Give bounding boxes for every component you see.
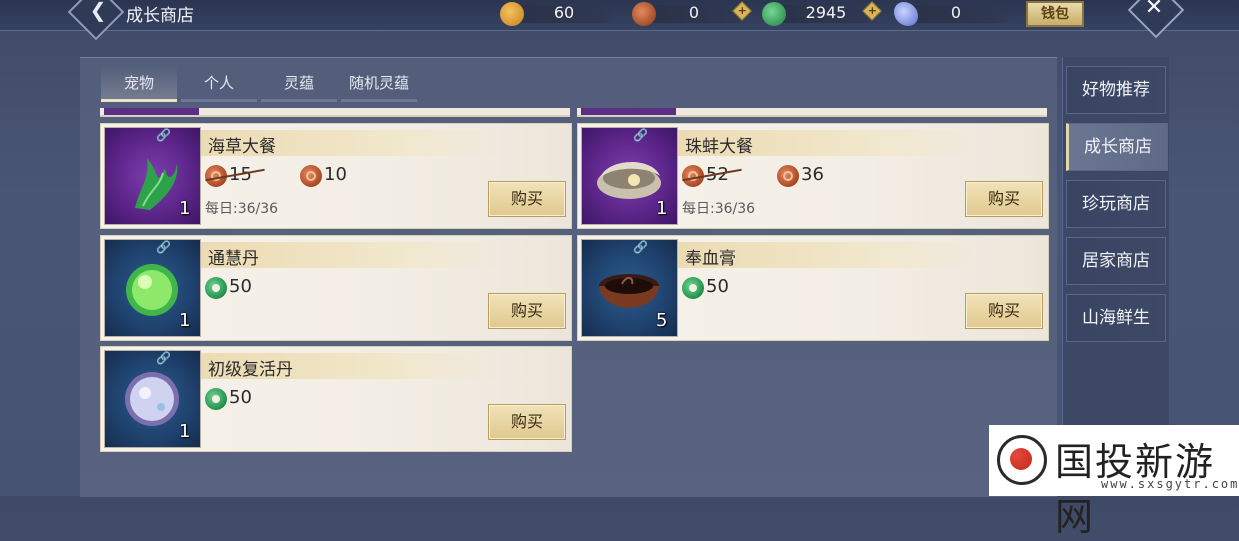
wallet-button[interactable]: 钱包 (1026, 1, 1084, 27)
side-menu-recommend[interactable]: 好物推荐 (1066, 66, 1166, 114)
original-price: 52 (682, 164, 752, 188)
tab-label: 灵蕴 (283, 74, 314, 92)
list-item-partial (577, 108, 1047, 117)
list-item-partial (100, 108, 570, 117)
item-name: 奉血膏 (685, 249, 736, 269)
jade-icon (762, 2, 786, 26)
item-name: 珠蚌大餐 (685, 137, 753, 157)
close-icon[interactable]: ✕ (1143, 0, 1165, 19)
item-name: 通慧丹 (208, 249, 259, 269)
shop-item-card[interactable]: 🔗 1 初级复活丹 50 购买 (100, 346, 572, 452)
buy-button[interactable]: 购买 (965, 181, 1043, 217)
gold-bag-icon (500, 2, 524, 26)
item-name: 初级复活丹 (208, 360, 293, 380)
currency-value: 0 (950, 3, 962, 22)
page-title: 成长商店 (126, 6, 194, 26)
item-count: 1 (179, 198, 191, 219)
tab-pet[interactable]: 宠物 (101, 66, 177, 102)
price: 50 (205, 276, 275, 300)
sale-price: 10 (300, 164, 370, 188)
tab-underline (341, 99, 417, 102)
chevron-left-icon[interactable]: ❮ (87, 0, 109, 21)
link-icon: 🔗 (633, 128, 648, 142)
tab-underline (101, 99, 177, 102)
tab-random-lingyun[interactable]: 随机灵蕴 (341, 66, 417, 102)
price-amount: 10 (324, 164, 347, 185)
tab-lingyun[interactable]: 灵蕴 (261, 66, 337, 102)
daily-limit: 每日:36/36 (682, 201, 756, 217)
tab-label: 随机灵蕴 (348, 74, 409, 92)
jade-icon (682, 277, 704, 299)
top-bar: ❮ 成长商店 60 0 + 2945 + 0 钱包 ✕ (0, 0, 1239, 41)
jade-icon (205, 388, 227, 410)
plus-icon: + (737, 4, 747, 18)
buy-button[interactable]: 购买 (488, 404, 566, 440)
item-count: 1 (656, 198, 668, 219)
tab-label: 个人 (203, 74, 234, 92)
watermark-url: www.sxsgytr.com (1101, 477, 1239, 491)
price-amount: 50 (706, 276, 729, 297)
ladybug-logo-icon (997, 435, 1047, 485)
shop-item-card[interactable]: 🔗 1 海草大餐 15 10 每日:36/36 购买 (100, 123, 572, 229)
side-menu-home-shop[interactable]: 居家商店 (1066, 237, 1166, 285)
currency-value: 60 (553, 3, 575, 22)
price-amount: 50 (229, 387, 252, 408)
link-icon: 🔗 (633, 240, 648, 254)
buy-button[interactable]: 购买 (488, 293, 566, 329)
tab-underline (181, 99, 257, 102)
side-menu-growth-shop[interactable]: 成长商店 (1066, 123, 1168, 171)
copper-coin-icon (777, 165, 799, 187)
plus-icon: + (867, 4, 877, 18)
buy-button[interactable]: 购买 (965, 293, 1043, 329)
shop-item-card[interactable]: 🔗 5 奉血膏 50 购买 (577, 235, 1049, 341)
copper-coin-icon (632, 2, 656, 26)
tab-personal[interactable]: 个人 (181, 66, 257, 102)
item-count: 1 (179, 310, 191, 331)
price-amount: 36 (801, 164, 824, 185)
jade-icon (205, 277, 227, 299)
copper-coin-icon (300, 165, 322, 187)
price: 50 (205, 387, 275, 411)
price-amount: 50 (229, 276, 252, 297)
currency-value: 0 (688, 3, 700, 22)
currency-jade: 2945 (762, 2, 878, 26)
side-menu-fresh-shop[interactable]: 山海鲜生 (1066, 294, 1166, 342)
original-price: 15 (205, 164, 275, 188)
link-icon: 🔗 (156, 351, 171, 365)
currency-crystal: 0 (894, 2, 1010, 26)
item-name: 海草大餐 (208, 137, 276, 157)
shop-item-card[interactable]: 🔗 1 通慧丹 50 购买 (100, 235, 572, 341)
tab-label: 宠物 (123, 74, 154, 92)
daily-limit: 每日:36/36 (205, 201, 279, 217)
link-icon: 🔗 (156, 128, 171, 142)
sale-price: 36 (777, 164, 847, 188)
watermark: 国投新游网 www.sxsgytr.com (989, 425, 1239, 539)
item-count: 5 (656, 310, 668, 331)
currency-value: 2945 (805, 3, 847, 22)
item-thumbnail (104, 108, 199, 115)
side-menu-treasure-shop[interactable]: 珍玩商店 (1066, 180, 1166, 228)
item-thumbnail (581, 108, 676, 115)
shop-item-card[interactable]: 🔗 1 珠蚌大餐 52 36 每日:36/36 购买 (577, 123, 1049, 229)
link-icon: 🔗 (156, 240, 171, 254)
currency-copper: 0 (632, 2, 748, 26)
currency-gold: 60 (500, 2, 616, 26)
buy-button[interactable]: 购买 (488, 181, 566, 217)
item-count: 1 (179, 421, 191, 442)
price: 50 (682, 276, 752, 300)
tab-underline (261, 99, 337, 102)
